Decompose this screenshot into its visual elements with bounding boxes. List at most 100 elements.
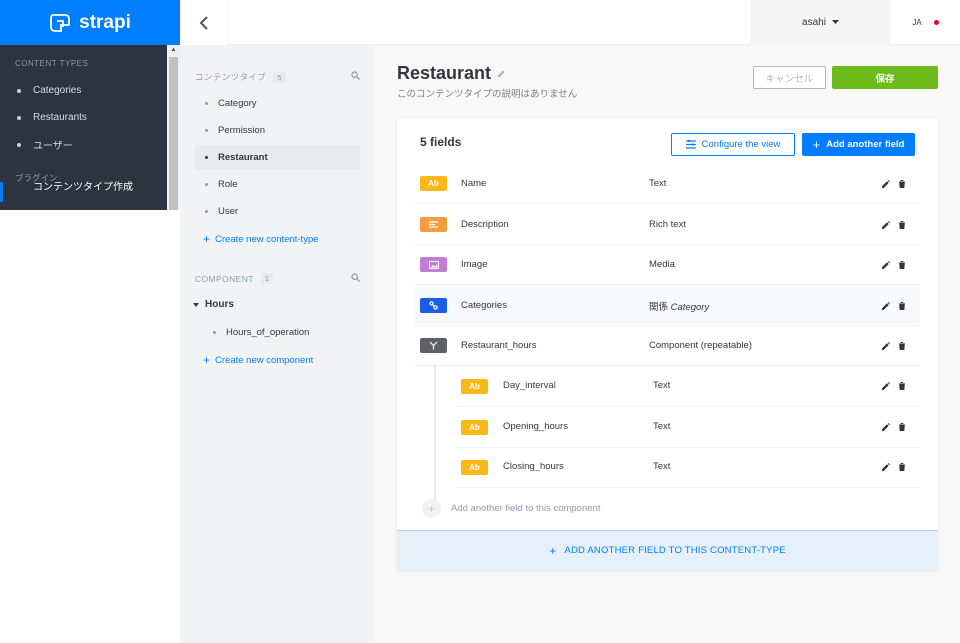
nav-section-content-types: CONTENT TYPES: [15, 59, 89, 68]
field-row-image[interactable]: Image Media: [415, 245, 920, 285]
add-component-field-button[interactable]: + Add another field to this component: [422, 499, 600, 518]
text-field-icon: Ab: [461, 420, 488, 435]
plus-icon: +: [812, 137, 821, 152]
search-icon[interactable]: [351, 71, 360, 80]
chevron-left-icon: [199, 15, 208, 30]
subfield-row[interactable]: Ab Closing_hours Text: [457, 448, 920, 488]
content-type-item[interactable]: Role: [195, 172, 360, 197]
trash-icon[interactable]: [898, 220, 906, 229]
relation-target: Category: [670, 301, 710, 313]
component-group-label: Hours: [205, 299, 234, 310]
top-bar: asahi JA: [180, 0, 960, 45]
field-type: Media: [649, 259, 675, 270]
component-field-icon: [420, 338, 447, 353]
subfield-row[interactable]: Ab Day_interval Text: [457, 367, 920, 407]
fields-card: 5 fields Configure the view + Add anothe…: [397, 119, 938, 570]
strapi-logo-icon: [50, 13, 71, 32]
edit-icon[interactable]: [882, 463, 890, 471]
search-icon[interactable]: [351, 273, 360, 282]
field-type: Text: [653, 461, 671, 472]
add-content-type-field-button[interactable]: + ADD ANOTHER FIELD TO THIS CONTENT-TYPE: [397, 530, 938, 570]
nav-item-users[interactable]: ユーザー: [0, 131, 180, 158]
field-row-categories[interactable]: Categories 関係 Category: [415, 286, 920, 326]
trash-icon[interactable]: [898, 301, 906, 310]
user-menu[interactable]: asahi: [750, 0, 891, 45]
field-name: Day_interval: [503, 380, 556, 391]
add-field-button[interactable]: + Add another field: [802, 133, 915, 156]
bullet-icon: [17, 142, 21, 147]
nav-item-categories[interactable]: Categories: [0, 77, 180, 104]
field-type: Text: [653, 421, 671, 432]
field-name: Opening_hours: [503, 421, 568, 432]
bullet-icon: [205, 102, 208, 105]
content-types-title: コンテンツタイプ: [195, 72, 267, 82]
trash-icon[interactable]: [898, 382, 906, 390]
field-name: Restaurant_hours: [461, 340, 537, 351]
edit-icon[interactable]: [882, 382, 890, 390]
nav-item-content-type-builder[interactable]: コンテンツタイプ作成: [0, 182, 180, 206]
configure-view-button[interactable]: Configure the view: [671, 133, 795, 156]
main-content: Restaurant このコンテンツタイプの説明はありません キャンセル 保存 …: [375, 45, 960, 643]
subfield-row[interactable]: Ab Opening_hours Text: [457, 408, 920, 448]
field-name: Name: [461, 178, 487, 189]
username: asahi: [802, 17, 826, 28]
component-item[interactable]: Hours_of_operation: [203, 320, 368, 345]
plus-circle-icon: +: [422, 499, 441, 518]
content-type-item[interactable]: Permission: [195, 118, 360, 143]
field-type: Rich text: [649, 219, 686, 230]
field-row-restaurant-hours[interactable]: Restaurant_hours Component (repeatable): [415, 326, 920, 366]
content-type-builder-menu: コンテンツタイプ 5 Category Permission Restauran…: [180, 45, 375, 643]
add-component-field-label: Add another field to this component: [451, 503, 601, 514]
trash-icon[interactable]: [898, 260, 906, 269]
nav-item-label: ユーザー: [33, 141, 73, 152]
bullet-icon: [205, 156, 208, 159]
component-group-hours[interactable]: Hours: [193, 299, 234, 310]
bullet-icon: [17, 88, 21, 93]
edit-icon[interactable]: [882, 179, 890, 188]
create-component-label: Create new component: [215, 354, 314, 366]
edit-icon[interactable]: [882, 423, 890, 431]
create-content-type-link[interactable]: + Create new content-type: [203, 232, 319, 246]
edit-icon[interactable]: [882, 220, 890, 229]
content-type-item[interactable]: Category: [195, 91, 360, 116]
trash-icon[interactable]: [898, 423, 906, 431]
component-tree-line: [434, 364, 436, 504]
cancel-button[interactable]: キャンセル: [753, 66, 826, 89]
trash-icon[interactable]: [898, 463, 906, 471]
nav-item-label: Categories: [33, 85, 82, 96]
bullet-icon: [205, 210, 208, 213]
content-type-label: User: [218, 206, 239, 217]
field-row-name[interactable]: Ab Name Text: [415, 164, 920, 204]
plus-icon: +: [203, 353, 211, 367]
back-button[interactable]: [180, 0, 229, 45]
pencil-icon[interactable]: [497, 69, 506, 78]
field-type: Component (repeatable): [649, 340, 752, 351]
trash-icon[interactable]: [898, 341, 906, 350]
field-row-description[interactable]: Description Rich text: [415, 205, 920, 245]
content-type-item-active[interactable]: Restaurant: [195, 145, 360, 170]
nav-scrollbar[interactable]: ▲: [167, 45, 180, 210]
content-type-label: Restaurant: [218, 152, 268, 163]
brand-header[interactable]: strapi: [0, 0, 180, 45]
trash-icon[interactable]: [898, 179, 906, 188]
scrollbar-thumb[interactable]: [169, 57, 178, 210]
language-flag-icon: [933, 20, 939, 25]
field-name: Closing_hours: [503, 461, 564, 472]
scroll-up-arrow-icon[interactable]: ▲: [167, 45, 180, 54]
create-component-link[interactable]: + Create new component: [203, 353, 313, 367]
content-type-item[interactable]: User: [195, 199, 360, 224]
edit-icon[interactable]: [882, 260, 890, 269]
nav-item-restaurants[interactable]: Restaurants: [0, 104, 180, 131]
text-field-icon: Ab: [420, 176, 447, 191]
edit-icon[interactable]: [882, 301, 890, 310]
language-switcher[interactable]: JA: [891, 0, 960, 45]
bullet-icon: [213, 331, 216, 334]
save-button[interactable]: 保存: [832, 66, 938, 89]
content-type-name: Restaurant: [397, 63, 492, 83]
media-field-icon: [420, 257, 447, 272]
caret-down-icon: [193, 302, 199, 307]
edit-icon[interactable]: [882, 341, 890, 350]
plus-icon: +: [549, 543, 557, 558]
create-content-type-label: Create new content-type: [215, 233, 319, 245]
text-field-icon: Ab: [461, 379, 488, 394]
